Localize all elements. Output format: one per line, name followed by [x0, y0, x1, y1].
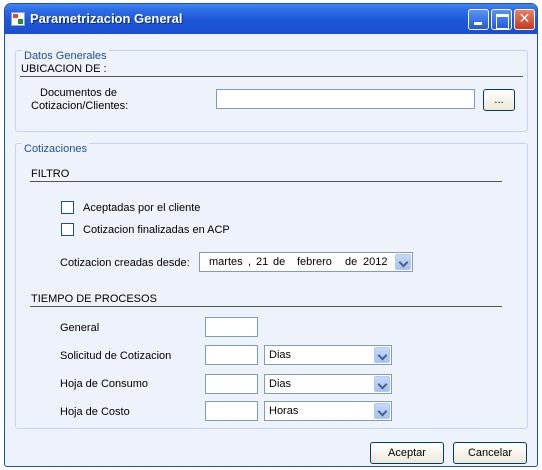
- consumo-unit-value: Dias: [269, 378, 292, 390]
- solicitud-unit-select[interactable]: Dias: [264, 345, 392, 365]
- general-input[interactable]: [205, 317, 258, 337]
- ubicacion-heading: UBICACION DE :: [21, 63, 107, 75]
- date-weekday[interactable]: martes: [209, 256, 243, 268]
- title-bar[interactable]: Parametrizacion General ✕: [5, 4, 537, 34]
- chevron-down-icon[interactable]: [374, 403, 390, 419]
- aceptadas-checkbox[interactable]: [61, 201, 74, 214]
- date-de-2: de: [345, 256, 358, 268]
- solicitud-unit-value: Dias: [269, 349, 292, 361]
- creadas-desde-label: Cotizacion creadas desde:: [60, 257, 190, 269]
- general-label: General: [60, 322, 100, 334]
- chevron-down-icon[interactable]: [374, 347, 390, 363]
- cotizaciones-legend: Cotizaciones: [22, 143, 89, 155]
- finalizadas-label[interactable]: Cotizacion finalizadas en ACP: [83, 224, 230, 237]
- chevron-down-icon[interactable]: [374, 376, 390, 392]
- costo-input[interactable]: [205, 401, 258, 421]
- date-dropdown-arrow-icon[interactable]: [395, 254, 411, 270]
- date-de-1: de: [273, 256, 286, 268]
- consumo-input[interactable]: [205, 374, 258, 394]
- datos-generales-legend: Datos Generales: [22, 50, 109, 62]
- documentos-path-input[interactable]: [216, 89, 475, 109]
- documentos-label-line2: Cotizacion/Clientes:: [31, 100, 129, 112]
- tiempo-procesos-rule: [30, 306, 502, 307]
- aceptadas-label[interactable]: Aceptadas por el cliente: [83, 202, 200, 215]
- cotizaciones-group: Cotizaciones FILTRO Aceptadas por el cli…: [15, 143, 528, 429]
- browse-button[interactable]: ...: [483, 89, 515, 111]
- datos-generales-group: Datos Generales UBICACION DE : Documento…: [15, 50, 528, 132]
- accept-button[interactable]: Aceptar: [370, 442, 444, 464]
- date-separator: ,: [248, 256, 252, 268]
- fecha-desde-picker[interactable]: martes , 21 de febrero de 2012: [199, 252, 413, 272]
- costo-unit-select[interactable]: Horas: [264, 401, 392, 421]
- finalizadas-checkbox[interactable]: [61, 223, 74, 236]
- costo-label: Hoja de Costo: [60, 406, 130, 418]
- costo-unit-value: Horas: [269, 405, 299, 417]
- app-icon: [11, 12, 25, 26]
- consumo-unit-select[interactable]: Dias: [264, 374, 392, 394]
- solicitud-label: Solicitud de Cotizacion: [60, 350, 172, 362]
- solicitud-input[interactable]: [205, 345, 258, 365]
- parametrizacion-window: Parametrizacion General ✕ Datos Generale…: [4, 3, 538, 467]
- date-day[interactable]: 21: [256, 256, 268, 268]
- close-button[interactable]: ✕: [514, 9, 535, 30]
- filtro-rule: [30, 181, 502, 182]
- maximize-button[interactable]: [491, 9, 512, 30]
- tiempo-procesos-heading: TIEMPO DE PROCESOS: [31, 293, 157, 305]
- date-month[interactable]: febrero: [297, 256, 332, 268]
- consumo-label: Hoja de Consumo: [60, 378, 149, 390]
- window-title: Parametrizacion General: [30, 11, 183, 26]
- minimize-button[interactable]: [468, 9, 489, 30]
- filtro-heading: FILTRO: [31, 168, 70, 180]
- cancel-button[interactable]: Cancelar: [453, 442, 527, 464]
- close-icon: ✕: [518, 11, 531, 27]
- documentos-label-line1: Documentos de: [40, 87, 118, 99]
- ubicacion-rule: [20, 76, 523, 77]
- date-year[interactable]: 2012: [363, 256, 387, 268]
